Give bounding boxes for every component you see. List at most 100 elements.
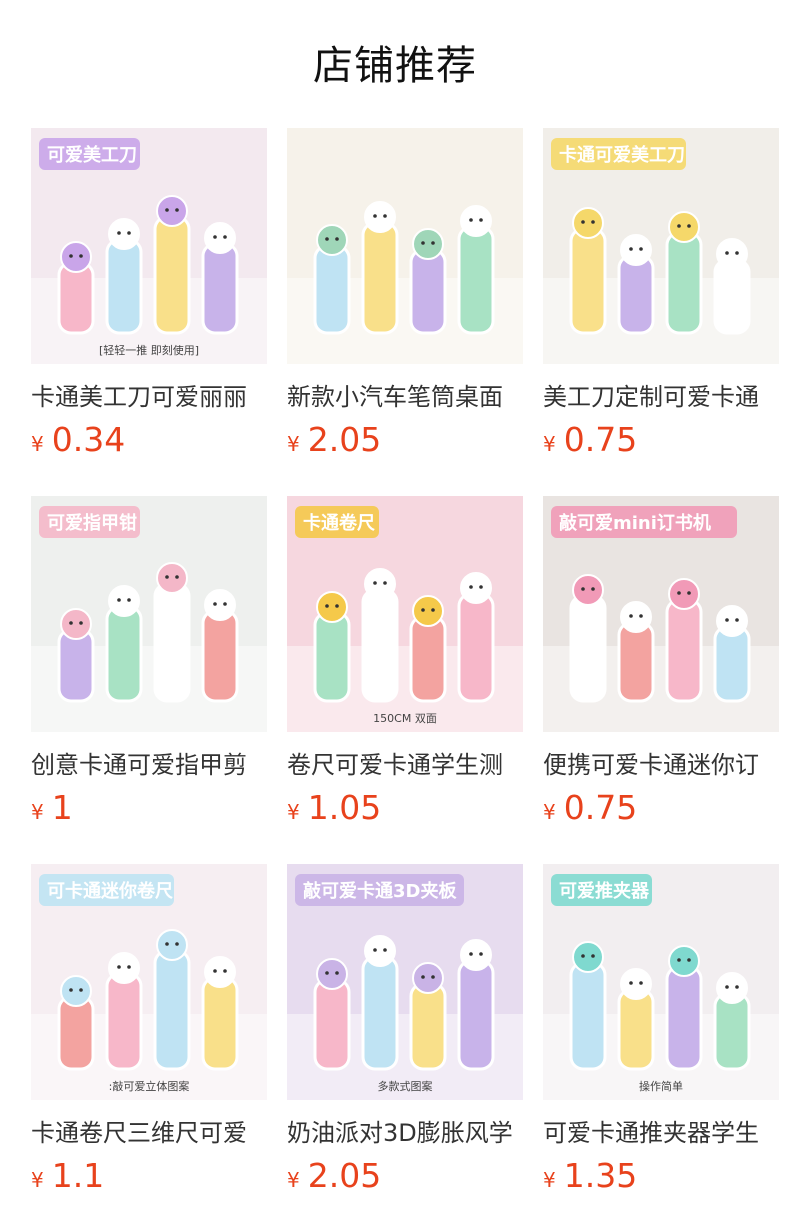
product-card[interactable]: 可卡通迷你卷尺:敲可爱立体图案 卡通卷尺三维尺可爱 ¥1.1 <box>31 864 267 1202</box>
character-head <box>572 207 604 239</box>
product-image[interactable]: 卡通卷尺 150CM 双面 <box>287 496 523 732</box>
product-card[interactable]: 可爱指甲钳 创意卡通可爱指甲剪 ¥1 <box>31 496 267 834</box>
character-head <box>716 238 748 270</box>
product-shape <box>409 982 447 1071</box>
product-name[interactable]: 卡通卷尺三维尺可爱 <box>31 1116 267 1150</box>
product-image[interactable]: 卡通可爱美工刀 <box>543 128 779 364</box>
image-banner: 敲可爱mini订书机 <box>551 506 737 538</box>
character-head <box>60 608 92 640</box>
image-banner: 可卡通迷你卷尺 <box>39 874 174 906</box>
product-price: ¥0.75 <box>543 788 779 834</box>
product-illustration: 敲可爱mini订书机 <box>543 496 779 732</box>
store-recommend-page: 店铺推荐 可爱美工刀 [轻轻一推 即刻使用] 卡通美工刀可爱丽丽 ¥0.34 新款… <box>0 0 790 1232</box>
price-value: 1.1 <box>51 1156 105 1195</box>
character-head <box>668 578 700 610</box>
character-head <box>716 605 748 637</box>
product-card[interactable]: 可爱美工刀 [轻轻一推 即刻使用] 卡通美工刀可爱丽丽 ¥0.34 <box>31 128 267 466</box>
character-head <box>460 939 492 971</box>
product-name[interactable]: 美工刀定制可爱卡通 <box>543 380 779 414</box>
product-card[interactable]: 敲可爱卡通3D夹板 多款式图案 奶油派对3D膨胀风学 ¥2.05 <box>287 864 523 1202</box>
product-card[interactable]: 卡通可爱美工刀 美工刀定制可爱卡通 ¥0.75 <box>543 128 779 466</box>
character-head <box>572 574 604 606</box>
image-caption-text: 操作简单 <box>639 1079 683 1093</box>
product-price: ¥1.05 <box>287 788 523 834</box>
product-image[interactable]: 敲可爱mini订书机 <box>543 496 779 732</box>
character-head <box>620 968 652 1000</box>
character-head <box>204 222 236 254</box>
section-title: 店铺推荐 <box>313 43 477 89</box>
character-head <box>364 568 396 600</box>
product-name[interactable]: 卷尺可爱卡通学生测 <box>287 748 523 782</box>
price-value: 2.05 <box>307 1156 382 1195</box>
product-shape <box>409 248 447 335</box>
product-image[interactable]: 可卡通迷你卷尺:敲可爱立体图案 <box>31 864 267 1100</box>
product-image[interactable]: 敲可爱卡通3D夹板 多款式图案 <box>287 864 523 1100</box>
product-card[interactable]: 新款小汽车笔筒桌面 ¥2.05 <box>287 128 523 466</box>
character-head <box>108 952 140 984</box>
product-price: ¥0.34 <box>31 420 267 466</box>
product-image[interactable]: 可爱推夹器操作简单 <box>543 864 779 1100</box>
product-name[interactable]: 创意卡通可爱指甲剪 <box>31 748 267 782</box>
character-head <box>204 956 236 988</box>
image-caption-text: 150CM 双面 <box>373 712 437 725</box>
product-shape <box>409 615 447 703</box>
character-head <box>60 975 92 1007</box>
product-price: ¥1.35 <box>543 1156 779 1202</box>
product-image[interactable] <box>287 128 523 364</box>
product-illustration: 卡通可爱美工刀 <box>543 128 779 364</box>
currency-symbol: ¥ <box>287 432 300 456</box>
product-illustration: 可爱美工刀 [轻轻一推 即刻使用] <box>31 128 267 364</box>
product-image[interactable]: 可爱指甲钳 <box>31 496 267 732</box>
character-head <box>108 585 140 617</box>
product-shape <box>569 594 607 703</box>
product-name[interactable]: 新款小汽车笔筒桌面 <box>287 380 523 414</box>
product-image[interactable]: 可爱美工刀 [轻轻一推 即刻使用] <box>31 128 267 364</box>
product-illustration: 敲可爱卡通3D夹板多款式图案 <box>287 864 523 1100</box>
character-head <box>204 589 236 621</box>
product-price: ¥2.05 <box>287 420 523 466</box>
product-illustration: 可爱推夹器操作简单 <box>543 864 779 1100</box>
product-price: ¥0.75 <box>543 420 779 466</box>
product-illustration: 可爱指甲钳 <box>31 496 267 732</box>
currency-symbol: ¥ <box>287 1168 300 1192</box>
price-value: 0.75 <box>563 788 638 827</box>
product-shape <box>105 605 143 703</box>
product-shape <box>361 221 399 335</box>
character-head <box>668 211 700 243</box>
currency-symbol: ¥ <box>31 800 44 824</box>
product-shape <box>569 961 607 1071</box>
image-banner-text: 可卡通迷你卷尺 <box>47 880 173 902</box>
product-illustration <box>287 128 523 364</box>
character-head <box>156 195 188 227</box>
character-head <box>620 601 652 633</box>
character-head <box>316 591 348 623</box>
product-name[interactable]: 可爱卡通推夹器学生 <box>543 1116 779 1150</box>
character-head <box>412 228 444 260</box>
currency-symbol: ¥ <box>543 800 556 824</box>
image-banner: 可爱指甲钳 <box>39 506 140 538</box>
product-shape <box>569 227 607 335</box>
product-shape <box>57 261 95 335</box>
product-shape <box>361 588 399 703</box>
character-head <box>620 234 652 266</box>
product-shape <box>153 582 191 703</box>
product-card[interactable]: 可爱推夹器操作简单 可爱卡通推夹器学生 ¥1.35 <box>543 864 779 1202</box>
product-shape <box>105 238 143 335</box>
currency-symbol: ¥ <box>543 432 556 456</box>
image-banner-text: 可爱美工刀 <box>47 144 137 166</box>
product-price: ¥1.1 <box>31 1156 267 1202</box>
product-shape <box>57 628 95 703</box>
product-card[interactable]: 卡通卷尺 150CM 双面 卷尺可爱卡通学生测 ¥1.05 <box>287 496 523 834</box>
product-shape <box>153 215 191 335</box>
product-name[interactable]: 奶油派对3D膨胀风学 <box>287 1116 523 1150</box>
product-name[interactable]: 卡通美工刀可爱丽丽 <box>31 380 267 414</box>
image-caption-text: [轻轻一推 即刻使用] <box>99 343 199 357</box>
image-caption-text: 多款式图案 <box>378 1079 433 1093</box>
product-name[interactable]: 便携可爱卡通迷你订 <box>543 748 779 782</box>
character-head <box>108 218 140 250</box>
image-banner-text: 卡通卷尺 <box>303 512 375 534</box>
product-card[interactable]: 敲可爱mini订书机 便携可爱卡通迷你订 ¥0.75 <box>543 496 779 834</box>
product-shape <box>313 978 351 1071</box>
character-head <box>412 595 444 627</box>
image-banner: 可爱推夹器 <box>551 874 652 906</box>
